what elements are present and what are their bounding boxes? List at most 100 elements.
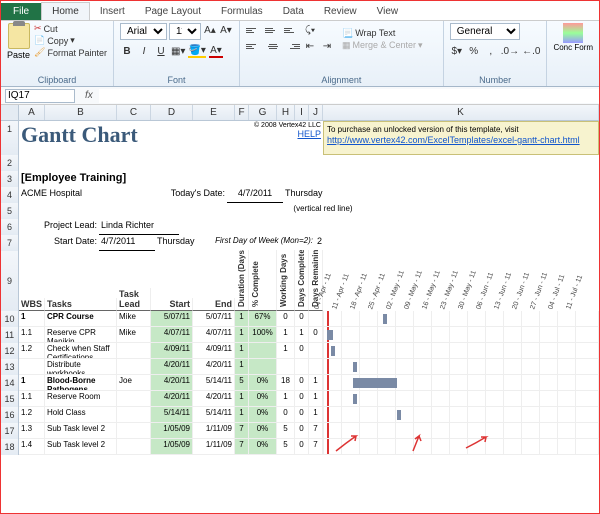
align-bottom-icon[interactable] (284, 23, 300, 37)
format-painter-button[interactable]: 🖌 Format Painter (34, 47, 107, 58)
cell-wbs[interactable]: 1.4 (19, 439, 45, 455)
row-5[interactable]: 5 (1, 203, 19, 219)
tab-page-layout[interactable]: Page Layout (135, 3, 211, 20)
paste-button[interactable]: Paste (7, 23, 30, 60)
increase-font-icon[interactable]: A▴ (203, 23, 217, 37)
cell-start[interactable]: 4/20/11 (151, 375, 193, 391)
cell-task[interactable]: Blood-Borne Pathogens (45, 375, 117, 391)
cell-working-days[interactable]: 1 (277, 391, 295, 407)
tab-view[interactable]: View (367, 3, 409, 20)
cell-end[interactable]: 4/20/11 (193, 359, 235, 375)
cell-days-complete[interactable]: 0 (295, 439, 309, 455)
font-name-select[interactable]: Arial (120, 23, 167, 40)
cell-days-complete[interactable]: 0 (295, 343, 309, 359)
cell-working-days[interactable]: 1 (277, 343, 295, 359)
increase-decimal-icon[interactable]: .0→ (501, 44, 519, 58)
cell-lead[interactable] (117, 343, 151, 359)
cell-working-days[interactable]: 5 (277, 439, 295, 455)
table-row[interactable]: 151.1Reserve Room4/20/114/20/1110%101 (1, 391, 599, 407)
align-right-icon[interactable] (284, 39, 300, 53)
cell-end[interactable]: 4/09/11 (193, 343, 235, 359)
cell-task[interactable]: Distribute workbooks (45, 359, 117, 375)
cell-start[interactable]: 4/07/11 (151, 327, 193, 343)
col-j[interactable]: J (309, 105, 323, 120)
cell-lead[interactable]: Mike (117, 311, 151, 327)
col-a[interactable]: A (19, 105, 45, 120)
percent-icon[interactable]: % (467, 44, 481, 58)
project-lead[interactable]: Linda Richter (99, 219, 179, 235)
row-header[interactable]: 18 (1, 439, 19, 455)
cell-duration[interactable]: 1 (235, 311, 249, 327)
name-box[interactable] (5, 89, 75, 103)
tab-file[interactable]: File (1, 3, 41, 20)
row-header[interactable]: 16 (1, 407, 19, 423)
cell-lead[interactable]: Mike (117, 327, 151, 343)
cell-end[interactable]: 5/07/11 (193, 311, 235, 327)
cell-pct[interactable]: 0% (249, 375, 277, 391)
col-b[interactable]: B (45, 105, 117, 120)
row-3[interactable]: 3 (1, 171, 19, 187)
cell-days-remaining[interactable]: 7 (309, 439, 323, 455)
cell-end[interactable]: 4/07/11 (193, 327, 235, 343)
cell-wbs[interactable]: 1 (19, 311, 45, 327)
underline-button[interactable]: U (154, 44, 168, 58)
col-g[interactable]: G (249, 105, 277, 120)
cell-days-remaining[interactable]: 0 (309, 327, 323, 343)
table-row[interactable]: 101CPR CourseMike5/07/115/07/11167%00 (1, 311, 599, 327)
cell-duration[interactable]: 1 (235, 407, 249, 423)
cell-wbs[interactable]: 1.2 (19, 343, 45, 359)
worksheet[interactable]: 1 Gantt Chart © 2008 Vertex42 LLC HELP T… (1, 121, 599, 455)
promo-link[interactable]: http://www.vertex42.com/ExcelTemplates/e… (327, 135, 580, 145)
align-top-icon[interactable] (246, 23, 262, 37)
tab-data[interactable]: Data (273, 3, 314, 20)
cell-wbs[interactable]: 1 (19, 375, 45, 391)
cell-duration[interactable]: 5 (235, 375, 249, 391)
cell-days-remaining[interactable]: 1 (309, 375, 323, 391)
cell-days-remaining[interactable]: 7 (309, 423, 323, 439)
cell-lead[interactable] (117, 391, 151, 407)
cell-start[interactable]: 5/07/11 (151, 311, 193, 327)
row-header[interactable]: 11 (1, 327, 19, 343)
font-size-select[interactable]: 11 (169, 23, 201, 40)
tab-review[interactable]: Review (314, 3, 367, 20)
align-left-icon[interactable] (246, 39, 262, 53)
table-row[interactable]: 111.1Reserve CPR ManikinMike4/07/114/07/… (1, 327, 599, 343)
table-row[interactable]: 121.2Check when Staff Certifications Exp… (1, 343, 599, 359)
cell-end[interactable]: 4/20/11 (193, 391, 235, 407)
wrap-text-button[interactable]: 📃 Wrap Text (342, 28, 423, 39)
row-header[interactable]: 17 (1, 423, 19, 439)
col-c[interactable]: C (117, 105, 151, 120)
cell-days-complete[interactable]: 0 (295, 375, 309, 391)
cell-start[interactable]: 4/20/11 (151, 391, 193, 407)
tab-formulas[interactable]: Formulas (211, 3, 273, 20)
todays-date[interactable]: 4/7/2011 (227, 187, 283, 203)
decrease-indent-icon[interactable]: ⇤ (303, 39, 317, 53)
cell-task[interactable]: Reserve CPR Manikin (45, 327, 117, 343)
cell-start[interactable]: 1/05/09 (151, 423, 193, 439)
select-all-corner[interactable] (1, 105, 19, 121)
cell-days-remaining[interactable]: 1 (309, 391, 323, 407)
cell-pct[interactable]: 0% (249, 423, 277, 439)
row-header[interactable]: 12 (1, 343, 19, 359)
cell-lead[interactable] (117, 359, 151, 375)
cell-task[interactable]: Sub Task level 2 (45, 439, 117, 455)
row-1[interactable]: 1 (1, 121, 19, 155)
cell-task[interactable]: Hold Class (45, 407, 117, 423)
row-9[interactable]: 9 (1, 251, 19, 311)
fill-color-button[interactable]: 🪣▾ (188, 44, 205, 58)
increase-indent-icon[interactable]: ⇥ (320, 39, 334, 53)
cell-days-remaining[interactable] (309, 343, 323, 359)
col-h[interactable]: H (277, 105, 295, 120)
tab-home[interactable]: Home (41, 2, 90, 20)
decrease-decimal-icon[interactable]: ←.0 (522, 44, 540, 58)
font-color-button[interactable]: A▾ (209, 44, 223, 58)
cell-duration[interactable]: 7 (235, 423, 249, 439)
fx-icon[interactable]: fx (79, 90, 99, 101)
cell-duration[interactable]: 7 (235, 439, 249, 455)
cell-days-remaining[interactable]: 1 (309, 407, 323, 423)
cut-button[interactable]: ✂ Cut (34, 23, 107, 34)
align-middle-icon[interactable] (265, 23, 281, 37)
cell-days-complete[interactable]: 1 (295, 327, 309, 343)
orientation-icon[interactable]: ⤹▾ (303, 23, 317, 37)
col-k[interactable]: K (323, 105, 599, 120)
